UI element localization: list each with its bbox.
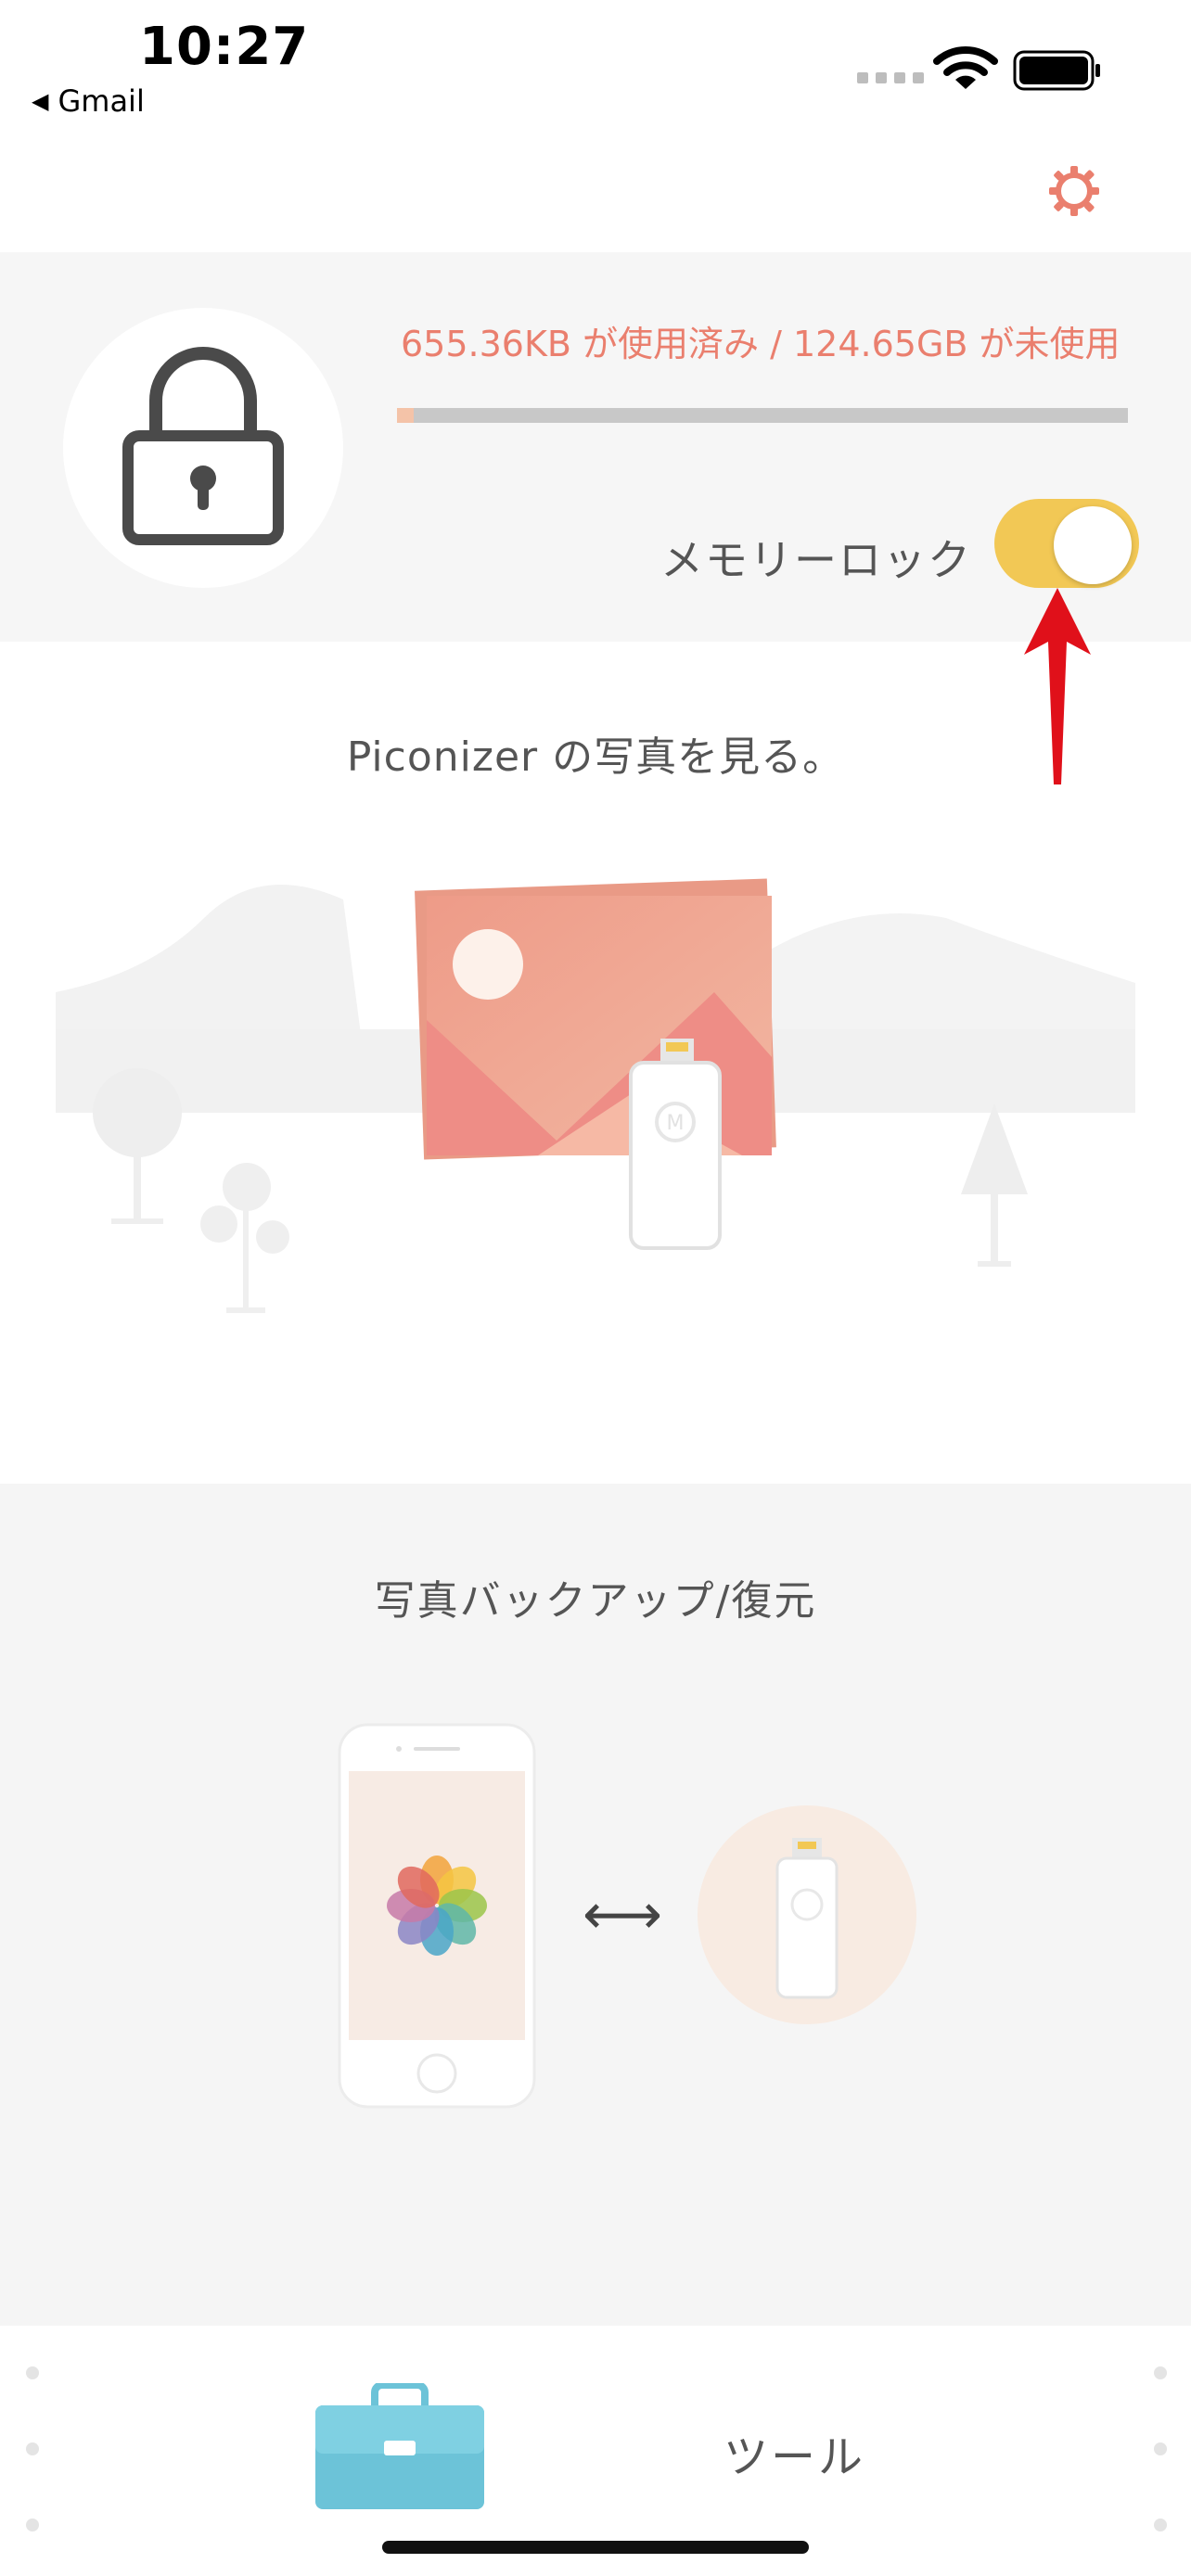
swap-arrow-icon: ⟷ [583, 1882, 663, 1947]
decor-dot [26, 2366, 39, 2379]
storage-usage-text: 655.36KB が使用済み / 124.65GB が未使用 [401, 324, 1121, 364]
back-triangle-icon: ◀ [32, 88, 49, 114]
status-time: 10:27 [139, 17, 310, 77]
memory-lock-label: メモリーロック [660, 535, 972, 585]
decor-dot [26, 2519, 39, 2531]
wifi-icon [933, 46, 998, 89]
home-indicator[interactable] [382, 2541, 809, 2554]
backup-restore-title[interactable]: 写真バックアップ/復元 [0, 1567, 1191, 1626]
view-photos-illustration[interactable]: M [37, 844, 1150, 1326]
memory-lock-toggle-knob[interactable] [1054, 506, 1132, 584]
svg-text:M: M [667, 1112, 685, 1135]
storage-progress-fill [397, 408, 414, 423]
decor-dot [1154, 2366, 1167, 2379]
battery-icon [1013, 50, 1100, 91]
cellular-signal-icon [857, 72, 924, 83]
view-photos-title[interactable]: Piconizer の写真を見る。 [0, 723, 1191, 783]
decor-dot [1154, 2442, 1167, 2455]
back-to-gmail-button[interactable]: ◀ Gmail [32, 83, 145, 119]
tools-label[interactable]: ツール [724, 2420, 865, 2485]
decor-dot [26, 2442, 39, 2455]
decor-dot [1154, 2519, 1167, 2531]
toolbox-icon[interactable] [312, 2383, 488, 2513]
settings-gear-icon[interactable] [1046, 163, 1102, 219]
tools-bar[interactable] [0, 2326, 1191, 2576]
lock-icon [122, 347, 284, 545]
storage-progress-bar [397, 408, 1128, 423]
back-app-label: Gmail [58, 83, 145, 119]
